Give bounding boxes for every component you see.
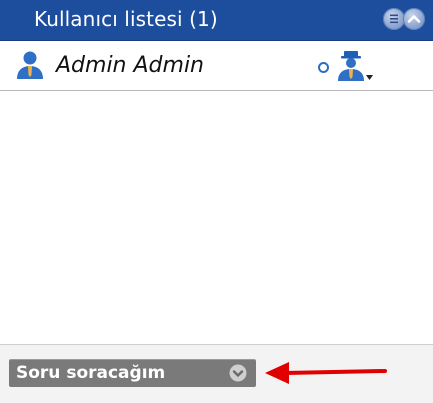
menu-lines-icon: [390, 14, 398, 24]
chevron-down-icon: [229, 364, 247, 382]
red-arrow-left-icon: [265, 362, 387, 384]
status-ring-icon: [318, 62, 329, 73]
question-mode-select[interactable]: Soru soracağım: [9, 359, 256, 387]
collapse-button[interactable]: [403, 8, 425, 30]
select-value: Soru soracağım: [16, 363, 166, 383]
menu-button[interactable]: [383, 8, 405, 30]
user-list-header: Kullanıcı listesi (1): [0, 0, 433, 41]
chevron-up-icon: [407, 15, 421, 23]
user-list-item[interactable]: Admin Admin: [0, 41, 433, 91]
user-icon: [17, 51, 43, 79]
user-name: Admin Admin: [56, 53, 204, 78]
moderator-user-icon[interactable]: [335, 50, 375, 82]
user-list-title: Kullanıcı listesi (1): [34, 7, 218, 31]
